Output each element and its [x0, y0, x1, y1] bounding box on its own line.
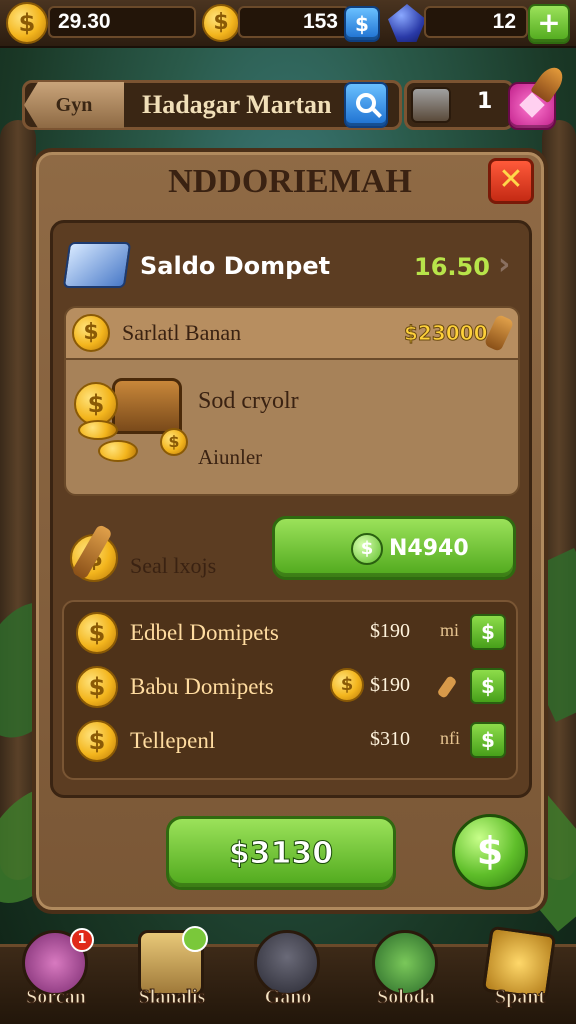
collect-button[interactable]: $ N4940	[272, 516, 516, 580]
coin-icon: $	[330, 668, 364, 702]
plus-icon: +	[537, 6, 561, 39]
nav-label: Gano	[264, 986, 312, 1009]
dollar-icon: $	[476, 829, 504, 873]
coin-icon: $	[76, 612, 118, 654]
chevron-right-icon[interactable]: ›	[498, 250, 510, 280]
list-item-suffix: nfi	[440, 728, 460, 748]
coin-icon: $	[76, 666, 118, 708]
action-label: Seal lxojs	[130, 553, 217, 578]
back-button-label: Gyn	[55, 94, 93, 116]
notification-badge: 1	[70, 928, 94, 952]
nav-item-soloda[interactable]: Soloda	[358, 926, 454, 1024]
nav-item-gano[interactable]: Gano	[240, 926, 336, 1024]
coin-counter: 29.30	[48, 6, 196, 38]
coin-icon: $	[72, 314, 110, 352]
dollar-icon: $	[360, 538, 374, 559]
list-item: $ Tellepenl $310 nfi $	[72, 718, 510, 766]
list-item-amount: $310	[370, 728, 410, 750]
wallet-value: 16.50	[414, 253, 490, 281]
nav-label: Slanalis	[138, 986, 206, 1009]
location-title: Hadagar Martan	[142, 90, 332, 119]
nav-item-sorcan[interactable]: 1 Sorcan	[8, 926, 104, 1024]
nav-item-slanalis[interactable]: Slanalis	[124, 926, 220, 1024]
dollar-icon: $	[481, 620, 495, 644]
coin-icon: $	[351, 533, 383, 565]
close-icon: ✕	[498, 162, 524, 197]
dollar-icon: $	[355, 12, 369, 36]
add-crystals-button[interactable]: +	[528, 4, 570, 44]
nav-item-spant[interactable]: Spant	[472, 925, 568, 1024]
coin-button[interactable]: $	[452, 814, 528, 890]
nav-label: Soloda	[377, 986, 436, 1009]
crystal-amount: 12	[492, 10, 516, 33]
wallet-label: Saldo Dompet	[140, 252, 331, 280]
bank-value: $23000	[404, 321, 488, 346]
dollar-icon: $	[481, 674, 495, 698]
collect-button-label: N4940	[389, 536, 469, 561]
total-button-label: $3130	[228, 836, 334, 872]
chest-counter: 1	[404, 80, 514, 130]
nav-label: Spant	[494, 986, 546, 1009]
list-item-amount: $190	[370, 674, 410, 696]
buy-button[interactable]: $	[470, 614, 506, 650]
list-item-suffix: mi	[440, 620, 460, 640]
buy-button[interactable]: $	[470, 668, 506, 704]
crystal-icon	[388, 4, 426, 42]
treasure-chest-icon: $ $	[70, 372, 190, 472]
buy-gems-button[interactable]: $	[344, 6, 380, 42]
dollar-icon: $	[481, 728, 495, 752]
back-button[interactable]: Gyn	[24, 82, 124, 128]
gem-counter: 153	[238, 6, 350, 38]
coin-icon: $	[76, 720, 118, 762]
bank-label: Sarlatl Banan	[122, 320, 242, 345]
tree-trunk-left	[0, 120, 36, 880]
coin-icon: $	[6, 2, 48, 44]
treasure-line2: Aiunler	[198, 445, 263, 469]
list-item-label: Babu Domipets	[130, 674, 274, 699]
chest-icon	[411, 87, 451, 123]
chest-count: 1	[477, 89, 493, 114]
search-button[interactable]	[344, 82, 388, 128]
coin-amount: 29.30	[58, 10, 111, 33]
buy-button[interactable]: $	[470, 722, 506, 758]
gear-badge-icon	[182, 926, 208, 952]
list-item-label: Edbel Domipets	[130, 620, 279, 645]
gem-amount: 153	[302, 10, 338, 33]
total-button[interactable]: $3130	[166, 816, 396, 890]
treasure-line1: Sod cryolr	[198, 388, 299, 414]
list-item-label: Tellepenl	[130, 728, 216, 753]
wallet-card-icon	[62, 242, 132, 288]
list-item: $ Babu Domipets $ $190 $	[72, 664, 510, 712]
resource-bar: $ 29.30 $ 153 $ 12 +	[0, 0, 576, 48]
list-item-amount: $190	[370, 620, 410, 642]
panel-title: NDDORIEMAH	[168, 163, 412, 200]
gem-coin-icon: $	[202, 4, 240, 42]
crystal-counter: 12	[424, 6, 528, 38]
close-button[interactable]: ✕	[488, 158, 534, 204]
list-item: $ Edbel Domipets $190 mi $	[72, 610, 510, 658]
search-icon-handle	[372, 108, 382, 118]
nav-label: Sorcan	[26, 986, 87, 1009]
key-icon	[436, 675, 458, 699]
